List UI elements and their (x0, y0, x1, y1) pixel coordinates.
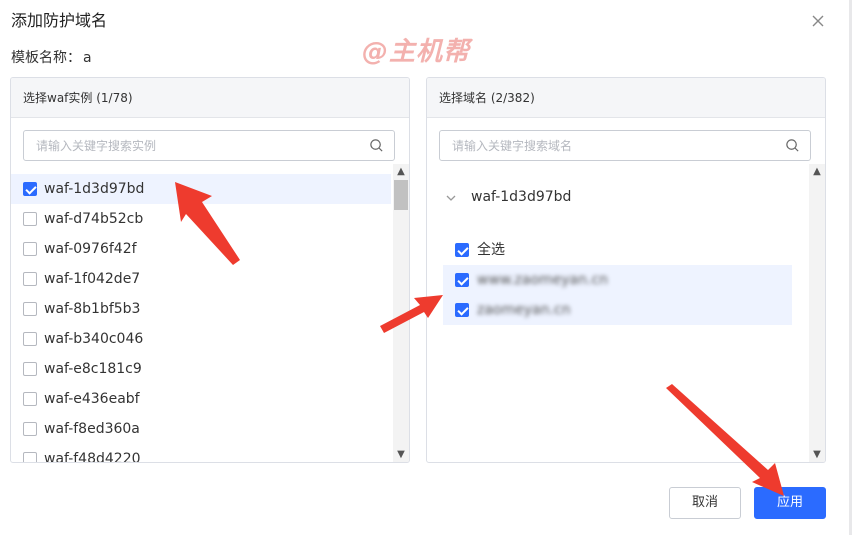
instance-label: waf-e436eabf (44, 391, 140, 407)
domain-search-input[interactable] (440, 131, 810, 160)
instance-label: waf-d74b52cb (44, 211, 144, 227)
instance-list-item[interactable]: waf-1f042de7 (11, 264, 391, 294)
domain-checkbox[interactable] (455, 273, 469, 287)
watermark-text: @主机帮 (362, 37, 471, 67)
instance-list-scrollbar[interactable]: ▲ ▼ (393, 164, 409, 462)
scroll-down-icon[interactable]: ▼ (809, 447, 825, 462)
select-all-row[interactable]: 全选 (443, 235, 792, 265)
instance-label: waf-1d3d97bd (44, 181, 145, 197)
instance-checkbox[interactable] (23, 182, 37, 196)
instance-checkbox[interactable] (23, 452, 37, 462)
scroll-up-icon[interactable]: ▲ (809, 164, 825, 180)
instance-checkbox[interactable] (23, 302, 37, 316)
search-icon[interactable] (369, 138, 384, 153)
template-name-row: 模板名称： a (11, 48, 92, 68)
instance-label: waf-1f042de7 (44, 271, 141, 287)
add-protected-domain-dialog: 添加防护域名 模板名称：a @主机帮 选择waf实例 (1/78) waf-1d… (0, 0, 852, 535)
domain-list-scrollbar[interactable]: ▲ ▼ (809, 164, 825, 462)
instance-label: waf-0976f42f (44, 241, 137, 257)
scroll-thumb[interactable] (394, 180, 408, 210)
instance-checkbox[interactable] (23, 212, 37, 226)
instance-label: waf-f8ed360a (44, 421, 140, 437)
domain-label: www.zaomeyan.cn (477, 272, 609, 288)
instance-list-item[interactable]: waf-f48d4220 (11, 444, 391, 463)
domain-row[interactable]: www.zaomeyan.cn (443, 265, 792, 295)
instance-list-item[interactable]: waf-f8ed360a (11, 414, 391, 444)
scroll-up-icon[interactable]: ▲ (393, 164, 409, 180)
close-icon[interactable] (808, 11, 828, 31)
domain-label: zaomeyan.cn (477, 302, 571, 318)
instance-checkbox[interactable] (23, 332, 37, 346)
instance-list-item[interactable]: waf-0976f42f (11, 234, 391, 264)
search-icon[interactable] (785, 138, 800, 153)
tree-group-label[interactable]: waf-1d3d97bd (471, 187, 571, 207)
dialog-title: 添加防护域名 (11, 11, 108, 30)
cancel-button[interactable]: 取消 (669, 487, 741, 519)
instance-panel: 选择waf实例 (1/78) waf-1d3d97bd waf-d74b52cb w… (10, 77, 410, 463)
scroll-down-icon[interactable]: ▼ (393, 447, 409, 462)
instance-label: waf-8b1bf5b3 (44, 301, 141, 317)
select-all-label: 全选 (477, 242, 505, 258)
template-name-label: 模板名称： (11, 50, 81, 66)
domain-panel: 选择域名 (2/382) waf-1d3d97bd 全选 www.zaomeya… (426, 77, 826, 463)
instance-label: waf-b340c046 (44, 331, 144, 347)
instance-checkbox[interactable] (23, 242, 37, 256)
instance-checkbox[interactable] (23, 422, 37, 436)
instance-checkbox[interactable] (23, 272, 37, 286)
instance-label: waf-e8c181c9 (44, 361, 142, 377)
domain-checkbox[interactable] (455, 303, 469, 317)
instance-checkbox[interactable] (23, 362, 37, 376)
template-name-value: a (83, 50, 92, 66)
instance-list-item[interactable]: waf-8b1bf5b3 (11, 294, 391, 324)
instance-checkbox[interactable] (23, 392, 37, 406)
instance-search-box (23, 130, 395, 161)
domain-row[interactable]: zaomeyan.cn (443, 295, 792, 325)
instance-panel-header: 选择waf实例 (1/78) (11, 78, 409, 118)
chevron-down-icon[interactable] (445, 192, 457, 204)
instance-search-input[interactable] (24, 131, 394, 160)
domain-panel-header: 选择域名 (2/382) (427, 78, 825, 118)
instance-list-item[interactable]: waf-1d3d97bd (11, 174, 391, 204)
instance-list-item[interactable]: waf-e8c181c9 (11, 354, 391, 384)
instance-label: waf-f48d4220 (44, 451, 141, 463)
select-all-checkbox[interactable] (455, 243, 469, 257)
instance-list-item[interactable]: waf-d74b52cb (11, 204, 391, 234)
instance-list-item[interactable]: waf-e436eabf (11, 384, 391, 414)
domain-search-box (439, 130, 811, 161)
instance-list-item[interactable]: waf-b340c046 (11, 324, 391, 354)
apply-button[interactable]: 应用 (754, 487, 826, 519)
